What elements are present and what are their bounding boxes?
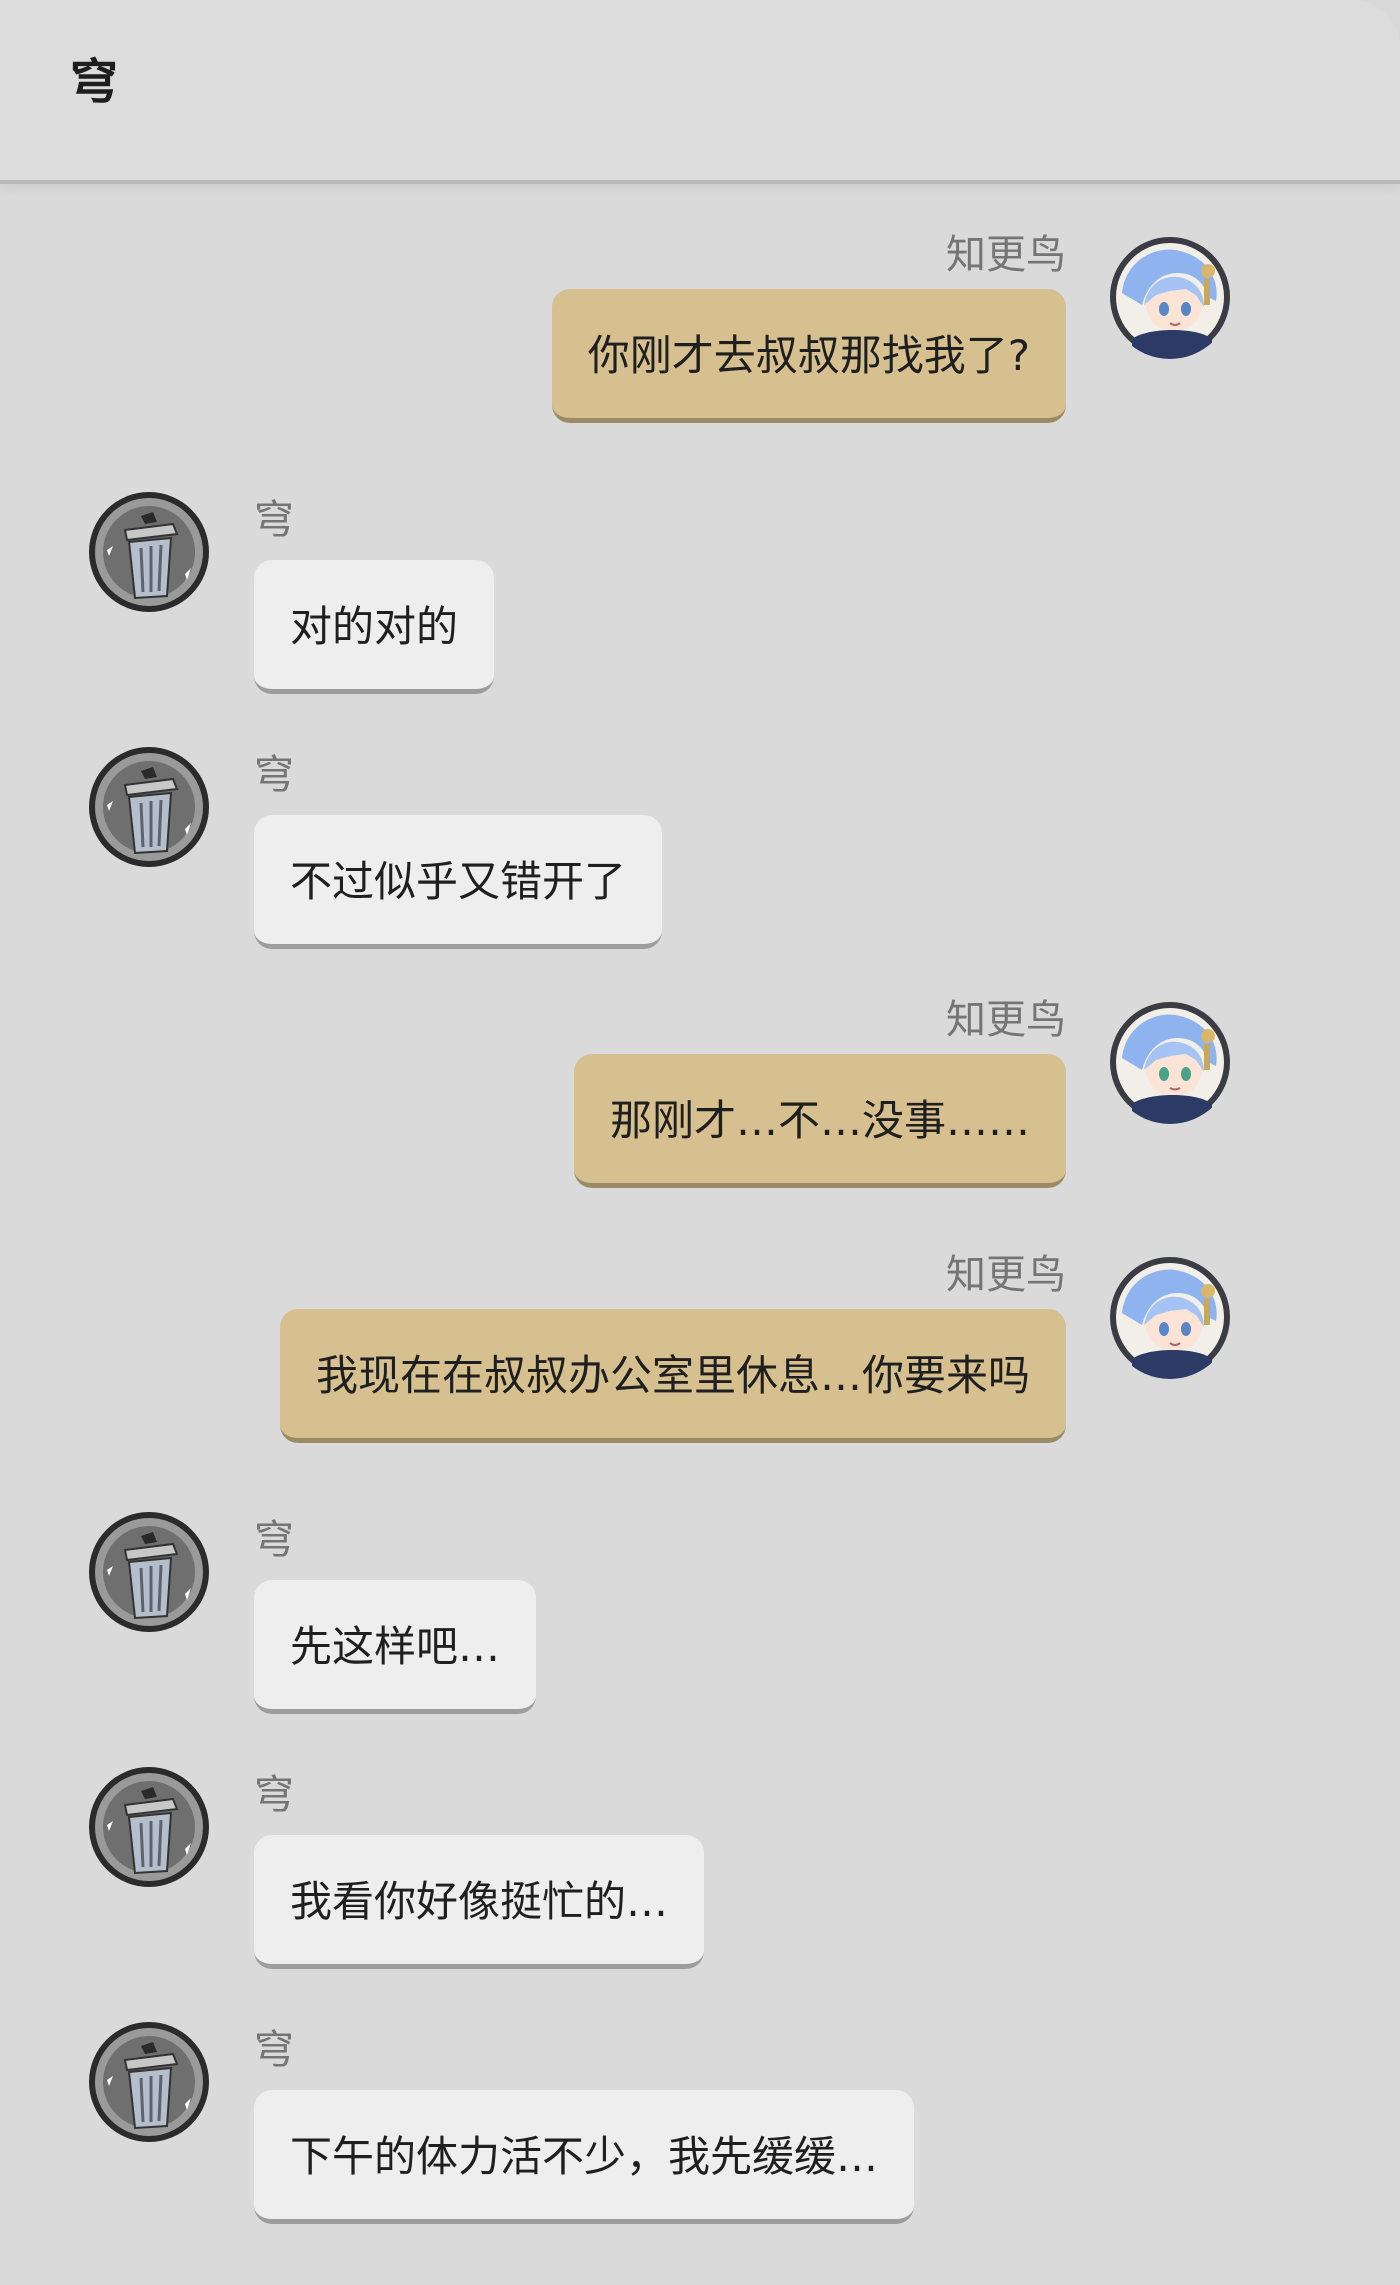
trashcan-avatar-icon[interactable] bbox=[87, 1765, 211, 1889]
message-bubble[interactable]: 下午的体力活不少，我先缓缓… bbox=[254, 2090, 915, 2224]
message-bubble[interactable]: 我现在在叔叔办公室里休息…你要来吗 bbox=[279, 1309, 1066, 1443]
chat-app: 穹 知更鸟 你刚才去叔叔那找我了? 穹 对的对的 穹 不过似乎又错开了 知更鸟 … bbox=[0, 0, 1400, 2285]
message-bubble[interactable]: 对的对的 bbox=[254, 560, 495, 694]
message-bubble[interactable]: 你刚才去叔叔那找我了? bbox=[551, 289, 1066, 423]
message-bubble[interactable]: 先这样吧… bbox=[254, 1580, 537, 1714]
robin-avatar-icon[interactable] bbox=[1108, 1255, 1232, 1379]
message-bubble[interactable]: 不过似乎又错开了 bbox=[254, 815, 663, 949]
chat-title: 穹 bbox=[70, 54, 119, 110]
chat-header: 穹 bbox=[0, 0, 1400, 184]
trashcan-avatar-icon[interactable] bbox=[87, 745, 211, 869]
sender-name: 知更鸟 bbox=[946, 232, 1066, 278]
sender-name: 穹 bbox=[254, 2027, 294, 2073]
trashcan-avatar-icon[interactable] bbox=[87, 2020, 211, 2144]
trashcan-avatar-icon[interactable] bbox=[87, 490, 211, 614]
sender-name: 知更鸟 bbox=[946, 997, 1066, 1043]
message-bubble[interactable]: 那刚才…不…没事…… bbox=[573, 1054, 1066, 1188]
robin-avatar-icon[interactable] bbox=[1108, 235, 1232, 359]
message-list[interactable]: 知更鸟 你刚才去叔叔那找我了? 穹 对的对的 穹 不过似乎又错开了 知更鸟 那刚… bbox=[0, 184, 1400, 2285]
message-bubble[interactable]: 我看你好像挺忙的… bbox=[254, 1835, 705, 1969]
sender-name: 穹 bbox=[254, 497, 294, 543]
sender-name: 穹 bbox=[254, 752, 294, 798]
robin-avatar-icon[interactable] bbox=[1108, 1000, 1232, 1124]
sender-name: 知更鸟 bbox=[946, 1252, 1066, 1298]
trashcan-avatar-icon[interactable] bbox=[87, 1510, 211, 1634]
sender-name: 穹 bbox=[254, 1517, 294, 1563]
sender-name: 穹 bbox=[254, 1772, 294, 1818]
